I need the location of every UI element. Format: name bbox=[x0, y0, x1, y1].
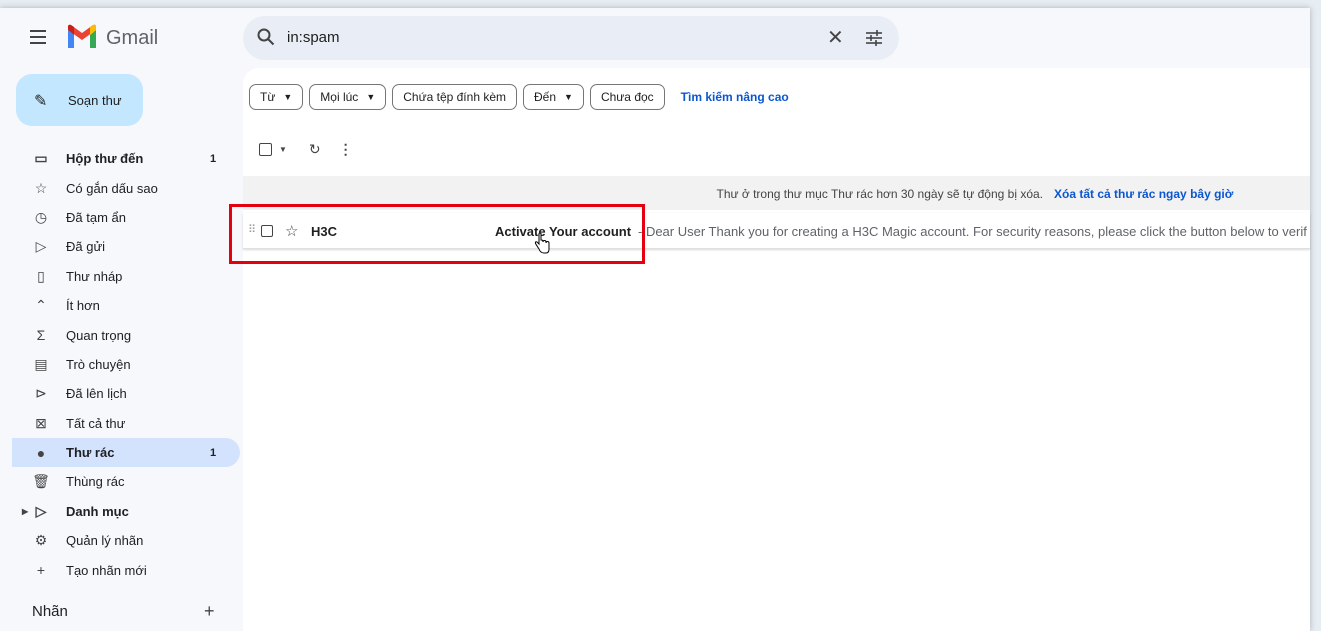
unread-count: 1 bbox=[210, 152, 217, 165]
sidebar-item-categories[interactable]: ▶ ▷ Danh mục bbox=[0, 497, 240, 526]
sidebar-nav: ▭ Hộp thư đến 1 ☆ Có gắn dấu sao ◷ Đã tạ… bbox=[0, 144, 240, 585]
search-options-icon[interactable] bbox=[865, 29, 883, 47]
select-all-checkbox[interactable] bbox=[259, 143, 272, 156]
sidebar-item-scheduled[interactable]: ⊳ Đã lên lịch bbox=[0, 379, 240, 408]
chip-label: Chưa đọc bbox=[600, 90, 654, 104]
search-input[interactable]: in:spam bbox=[287, 29, 340, 46]
sidebar-item-trash[interactable]: 🗑 Thùng rác bbox=[0, 467, 240, 496]
sidebar-item-label: Thư nháp bbox=[66, 268, 123, 284]
label-icon: ▷ bbox=[35, 502, 47, 519]
search-filter-chips: Từ ▼ Mọi lúc ▼ Chứa tệp đính kèm Đến ▼ Chưa… bbox=[249, 84, 789, 110]
plus-icon: + bbox=[36, 562, 46, 579]
gmail-logo-text[interactable]: Gmail bbox=[106, 27, 158, 50]
settings-icon: ⚙ bbox=[34, 532, 48, 549]
chevron-up-icon: ⌃ bbox=[35, 297, 47, 314]
compose-button[interactable]: ✎ Soạn thư bbox=[16, 74, 143, 126]
list-toolbar: ▼ ↻ ⋮ bbox=[259, 141, 353, 158]
sidebar-item-important[interactable]: Σ Quan trọng bbox=[0, 320, 240, 349]
filter-attachment-chip[interactable]: Chứa tệp đính kèm bbox=[392, 84, 517, 110]
main-menu-icon[interactable] bbox=[30, 30, 46, 44]
hand-cursor-icon bbox=[534, 233, 550, 254]
inbox-icon: ▭ bbox=[34, 150, 48, 167]
labels-section: Nhãn + bbox=[32, 601, 222, 622]
gmail-logo-icon[interactable] bbox=[66, 24, 98, 50]
dropdown-arrow-icon: ▼ bbox=[366, 92, 376, 102]
filter-time-chip[interactable]: Mọi lúc ▼ bbox=[309, 84, 387, 110]
main-panel: Từ ▼ Mọi lúc ▼ Chứa tệp đính kèm Đến ▼ Chưa… bbox=[243, 68, 1310, 631]
scheduled-icon: ⊳ bbox=[35, 385, 47, 402]
sidebar-item-chats[interactable]: ▤ Trò chuyện bbox=[0, 350, 240, 379]
red-highlight-box bbox=[229, 204, 645, 264]
chip-label: Chứa tệp đính kèm bbox=[403, 90, 506, 104]
sidebar-item-label: Tất cả thư bbox=[66, 415, 126, 431]
sidebar-item-label: Thùng rác bbox=[66, 474, 125, 490]
pencil-icon: ✎ bbox=[34, 93, 48, 110]
chat-icon: ▤ bbox=[34, 355, 48, 372]
delete-all-spam-link[interactable]: Xóa tất cả thư rác ngay bây giờ bbox=[1054, 187, 1233, 201]
sidebar-item-label: Quan trọng bbox=[66, 327, 132, 343]
sidebar: ✎ Soạn thư ▭ Hộp thư đến 1 ☆ Có gắn dấu … bbox=[0, 68, 240, 631]
select-dropdown-icon[interactable]: ▼ bbox=[279, 145, 287, 154]
banner-message: Thư ở trong thư mục Thư rác hơn 30 ngày … bbox=[716, 187, 1043, 201]
advanced-search-link[interactable]: Tìm kiếm nâng cao bbox=[681, 90, 789, 104]
email-snippet: - Dear User Thank you for creating a H3C… bbox=[638, 224, 1307, 239]
spam-icon: ● bbox=[36, 444, 46, 461]
top-bar: Gmail in:spam ✕ bbox=[0, 8, 1310, 68]
chip-label: Đến bbox=[534, 90, 557, 104]
sidebar-item-label: Ít hơn bbox=[66, 298, 100, 314]
trash-icon: 🗑 bbox=[32, 473, 50, 490]
sidebar-item-spam[interactable]: ● Thư rác 1 bbox=[12, 437, 240, 468]
more-options-icon[interactable]: ⋮ bbox=[339, 141, 353, 158]
unread-count: 1 bbox=[210, 446, 217, 459]
important-icon: Σ bbox=[36, 327, 46, 344]
search-bar[interactable]: in:spam ✕ bbox=[243, 16, 899, 60]
clear-search-icon[interactable]: ✕ bbox=[827, 25, 844, 50]
sidebar-item-create-label[interactable]: + Tạo nhãn mới bbox=[0, 555, 240, 584]
sidebar-item-label: Danh mục bbox=[66, 503, 129, 519]
filter-to-chip[interactable]: Đến ▼ bbox=[523, 84, 584, 110]
sidebar-item-label: Trò chuyện bbox=[66, 356, 131, 372]
search-icon[interactable] bbox=[257, 28, 275, 46]
clock-icon: ◷ bbox=[34, 208, 48, 225]
draft-icon: ▯ bbox=[37, 267, 45, 284]
chip-label: Mọi lúc bbox=[320, 90, 359, 104]
star-icon: ☆ bbox=[34, 179, 48, 196]
sidebar-item-starred[interactable]: ☆ Có gắn dấu sao bbox=[0, 173, 240, 202]
sidebar-item-label: Đã lên lịch bbox=[66, 386, 127, 402]
labels-heading: Nhãn bbox=[32, 603, 68, 620]
dropdown-arrow-icon: ▼ bbox=[564, 92, 573, 102]
add-label-icon[interactable]: + bbox=[204, 601, 215, 622]
sidebar-item-label: Quản lý nhãn bbox=[66, 533, 144, 549]
all-mail-icon: ⊠ bbox=[35, 414, 47, 431]
sidebar-item-manage-labels[interactable]: ⚙ Quản lý nhãn bbox=[0, 526, 240, 555]
sidebar-item-all-mail[interactable]: ⊠ Tất cả thư bbox=[0, 409, 240, 438]
dropdown-arrow-icon: ▼ bbox=[283, 92, 293, 102]
filter-unread-chip[interactable]: Chưa đọc bbox=[589, 84, 665, 110]
caret-right-icon[interactable]: ▶ bbox=[22, 507, 28, 516]
send-icon: ▷ bbox=[35, 238, 47, 255]
gmail-window: Gmail in:spam ✕ ✎ Soạn thư ▭ Hộp thư đến… bbox=[0, 8, 1310, 631]
refresh-icon[interactable]: ↻ bbox=[309, 141, 321, 158]
filter-from-chip[interactable]: Từ ▼ bbox=[249, 84, 304, 110]
sidebar-item-label: Đã tạm ẩn bbox=[66, 209, 126, 225]
sidebar-item-label: Có gắn dấu sao bbox=[66, 180, 158, 196]
sidebar-item-snoozed[interactable]: ◷ Đã tạm ẩn bbox=[0, 203, 240, 232]
sidebar-item-less[interactable]: ⌃ Ít hơn bbox=[0, 291, 240, 320]
compose-label: Soạn thư bbox=[68, 93, 122, 108]
chip-label: Từ bbox=[260, 90, 276, 104]
sidebar-item-label: Đã gửi bbox=[66, 239, 106, 255]
sidebar-item-label: Tạo nhãn mới bbox=[66, 562, 147, 578]
sidebar-item-label: Hộp thư đến bbox=[66, 151, 144, 167]
sidebar-item-inbox[interactable]: ▭ Hộp thư đến 1 bbox=[0, 144, 240, 173]
sidebar-item-drafts[interactable]: ▯ Thư nháp bbox=[0, 262, 240, 291]
sidebar-item-sent[interactable]: ▷ Đã gửi bbox=[0, 232, 240, 261]
sidebar-item-label: Thư rác bbox=[66, 445, 115, 461]
